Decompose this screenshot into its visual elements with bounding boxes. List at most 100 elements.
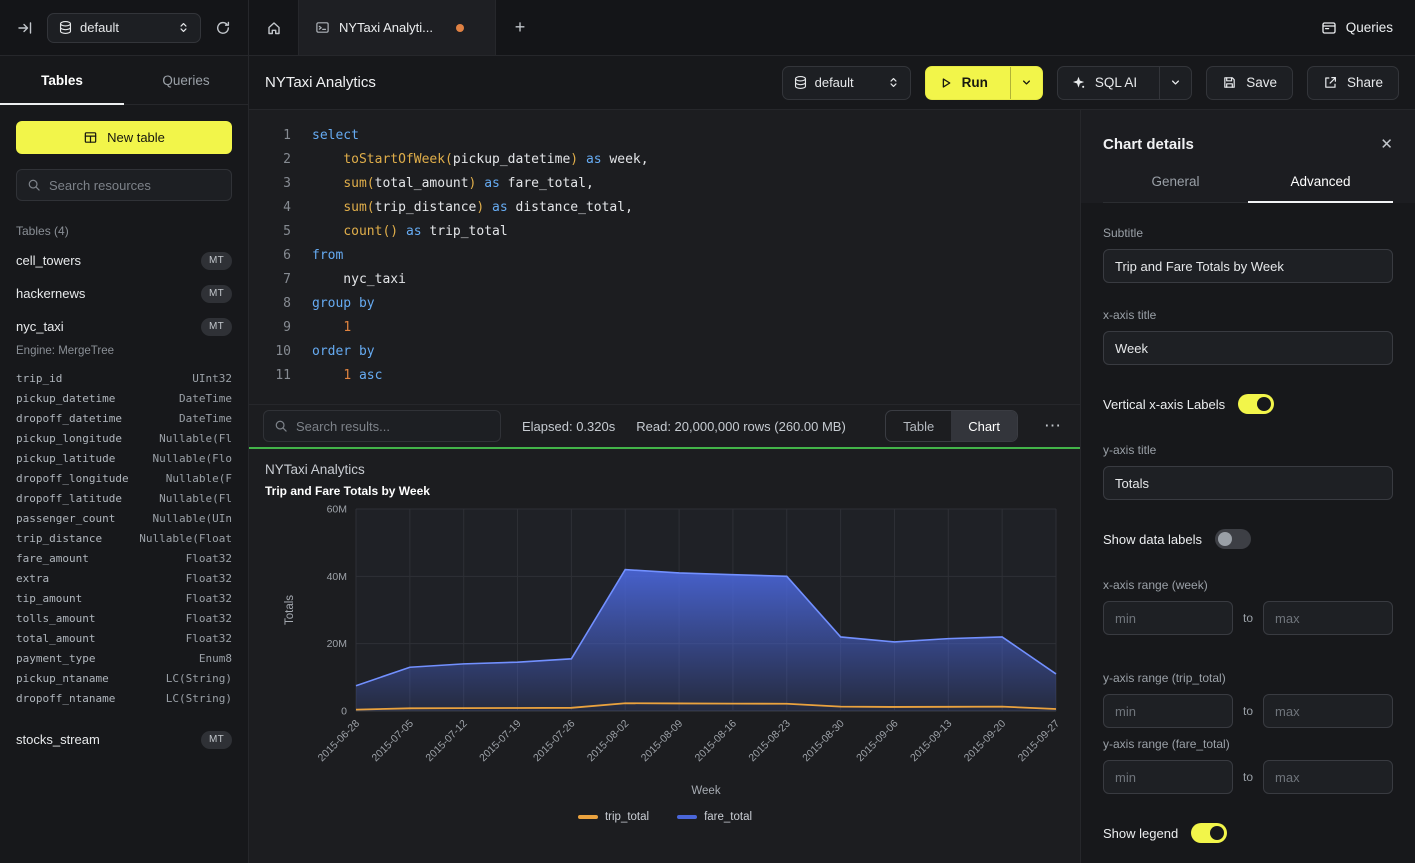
x-axis-range-max-input[interactable] <box>1263 601 1393 635</box>
legend-swatch <box>578 815 598 819</box>
svg-text:2015-09-27: 2015-09-27 <box>1016 718 1063 765</box>
tab-advanced[interactable]: Advanced <box>1248 174 1393 202</box>
save-button-label: Save <box>1246 75 1277 90</box>
sql-editor[interactable]: 1234567891011 select toStartOfWeek(picku… <box>249 110 1080 404</box>
queries-button-label: Queries <box>1346 20 1393 35</box>
column-name: total_amount <box>16 632 95 645</box>
to-label: to <box>1243 611 1253 625</box>
legend-item-fare_total[interactable]: fare_total <box>677 811 752 823</box>
sidebar-body: New table Tables (4) cell_towers MT hack… <box>0 105 248 772</box>
column-name: trip_id <box>16 372 62 385</box>
sidebar-search-input[interactable] <box>49 178 221 193</box>
tab-home[interactable] <box>249 0 298 55</box>
refresh-button[interactable] <box>211 16 235 40</box>
svg-text:0: 0 <box>341 706 347 718</box>
svg-text:40M: 40M <box>327 571 347 583</box>
column-type: Nullable(Fl <box>159 432 232 445</box>
x-axis-range-min-input[interactable] <box>1103 601 1233 635</box>
column-row: pickup_longitude Nullable(Fl <box>16 428 232 448</box>
share-button-label: Share <box>1347 75 1383 90</box>
sidebar: Tables Queries New table Tables (4) cell… <box>0 56 249 863</box>
y-axis-title-input[interactable] <box>1103 466 1393 500</box>
run-options-dropdown[interactable] <box>1010 67 1042 99</box>
editor-code: select toStartOfWeek(pickup_datetime) as… <box>291 124 1080 404</box>
toggle-knob <box>1257 397 1271 411</box>
y-axis-range-trip-max-input[interactable] <box>1263 694 1393 728</box>
column-row: dropoff_datetimeDateTime <box>16 408 232 428</box>
app-window: default NYTaxi Analyti... + Queries <box>0 0 1415 863</box>
run-button[interactable]: Run <box>926 67 1001 99</box>
y-axis-range-trip-min-input[interactable] <box>1103 694 1233 728</box>
chevron-updown-icon <box>887 76 900 89</box>
legend-item-trip_total[interactable]: trip_total <box>578 811 649 823</box>
table-item-nyc-taxi[interactable]: nyc_taxi MT <box>16 310 232 343</box>
sidebar-tab-queries[interactable]: Queries <box>124 56 248 104</box>
tables-section-label: Tables (4) <box>16 224 232 238</box>
queries-button[interactable]: Queries <box>1321 20 1393 36</box>
home-icon <box>266 20 282 36</box>
column-name: dropoff_datetime <box>16 412 122 425</box>
results-search-input[interactable] <box>296 419 490 434</box>
vertical-x-labels-toggle[interactable] <box>1238 394 1274 414</box>
code-line: count() as trip_total <box>312 220 1080 244</box>
tab-general[interactable]: General <box>1103 174 1248 202</box>
sidebar-tab-tables[interactable]: Tables <box>0 56 124 104</box>
share-button[interactable]: Share <box>1307 66 1399 100</box>
tab-query[interactable]: NYTaxi Analyti... <box>298 0 496 55</box>
column-row: pickup_latitudeNullable(Flo <box>16 448 232 468</box>
editor-gutter: 1234567891011 <box>249 124 291 404</box>
column-row: pickup_ntanameLC(String) <box>16 668 232 688</box>
column-name: pickup_longitude <box>16 432 122 445</box>
table-icon <box>83 130 98 145</box>
panel-body: Subtitle x-axis title Vertical x-axis La… <box>1081 203 1415 843</box>
code-line: order by <box>312 340 1080 364</box>
column-row: dropoff_longitudeNullable(F <box>16 468 232 488</box>
database-selector-main[interactable]: default <box>782 66 911 100</box>
new-table-button[interactable]: New table <box>16 121 232 154</box>
table-item-hackernews[interactable]: hackernews MT <box>16 277 232 310</box>
show-data-labels-toggle[interactable] <box>1215 529 1251 549</box>
engine-badge: MT <box>201 285 232 303</box>
panel-title: Chart details <box>1103 136 1194 153</box>
collapse-sidebar-button[interactable] <box>13 16 37 40</box>
sqlai-button[interactable]: SQL AI <box>1058 67 1150 99</box>
chevron-updown-icon <box>177 21 190 34</box>
column-type: Float32 <box>186 632 232 645</box>
tab-query-label: NYTaxi Analyti... <box>339 20 433 35</box>
save-button[interactable]: Save <box>1206 66 1293 100</box>
chart-svg: 020M40M60M2015-06-282015-07-052015-07-12… <box>265 501 1065 801</box>
svg-text:2015-07-26: 2015-07-26 <box>531 718 578 765</box>
svg-text:2015-09-13: 2015-09-13 <box>908 718 955 765</box>
table-item-stocks-stream[interactable]: stocks_stream MT <box>16 723 232 756</box>
y-axis-range-fare-max-input[interactable] <box>1263 760 1393 794</box>
database-selector[interactable]: default <box>47 13 201 43</box>
toggle-knob <box>1218 532 1232 546</box>
svg-text:2015-08-16: 2015-08-16 <box>693 718 740 765</box>
column-name: tolls_amount <box>16 612 95 625</box>
more-options-button[interactable]: ⋯ <box>1039 416 1066 436</box>
table-view-button[interactable]: Table <box>886 411 951 441</box>
sidebar-tabs: Tables Queries <box>0 56 248 105</box>
show-legend-label: Show legend <box>1103 826 1178 841</box>
x-axis-title-input[interactable] <box>1103 331 1393 365</box>
show-legend-toggle[interactable] <box>1191 823 1227 843</box>
svg-text:2015-07-12: 2015-07-12 <box>423 718 470 765</box>
chart-view-button[interactable]: Chart <box>951 411 1017 441</box>
line-number: 8 <box>249 292 291 316</box>
subtitle-input[interactable] <box>1103 249 1393 283</box>
results-toolbar: Elapsed: 0.320s Read: 20,000,000 rows (2… <box>249 404 1080 447</box>
code-line: sum(total_amount) as fare_total, <box>312 172 1080 196</box>
sqlai-options-dropdown[interactable] <box>1159 67 1191 99</box>
column-type: Nullable(UIn <box>153 512 232 525</box>
y-axis-range-fare-min-input[interactable] <box>1103 760 1233 794</box>
close-panel-button[interactable]: ✕ <box>1380 137 1393 152</box>
line-number: 1 <box>249 124 291 148</box>
table-item-cell-towers[interactable]: cell_towers MT <box>16 244 232 277</box>
table-name: nyc_taxi <box>16 319 64 334</box>
code-line: toStartOfWeek(pickup_datetime) as week, <box>312 148 1080 172</box>
engine-badge: MT <box>201 252 232 270</box>
svg-text:2015-07-19: 2015-07-19 <box>477 718 524 765</box>
new-tab-button[interactable]: + <box>496 0 544 55</box>
code-line: 1 asc <box>312 364 1080 388</box>
queries-icon <box>1321 20 1337 36</box>
